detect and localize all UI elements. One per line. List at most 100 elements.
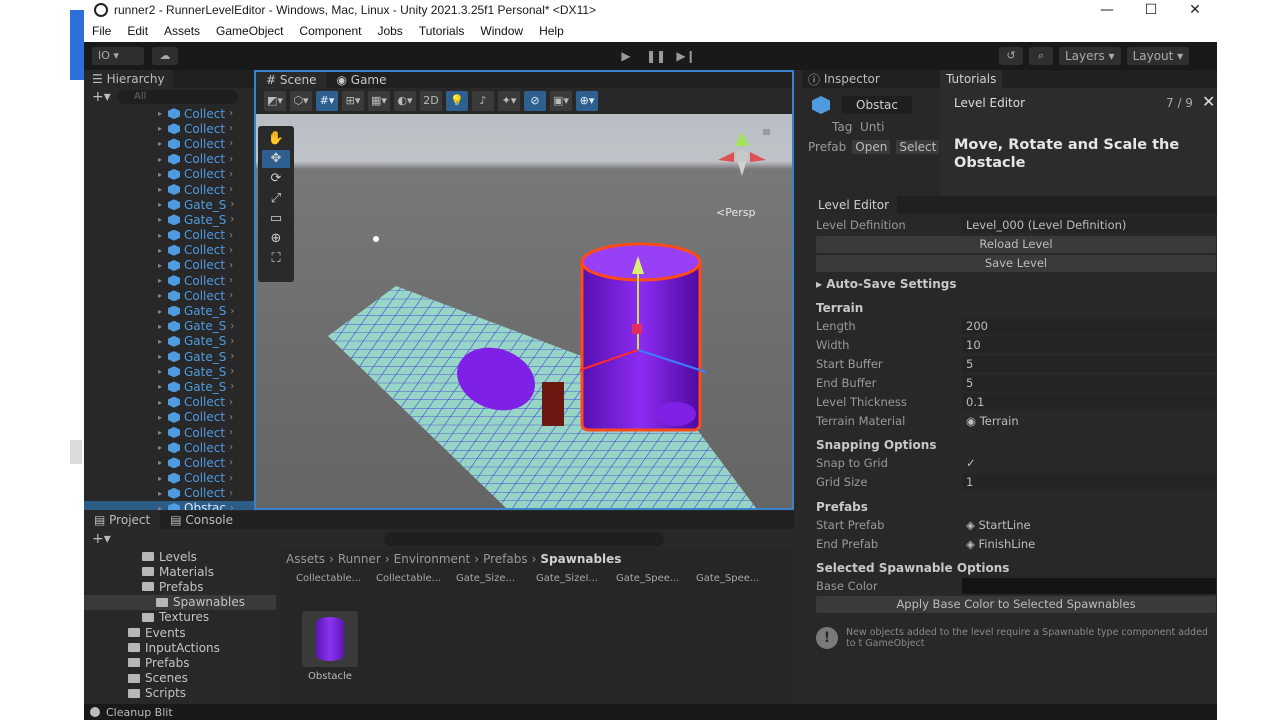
close-icon[interactable]: ✕ bbox=[1202, 92, 1215, 111]
expand-arrow-icon[interactable]: ▸ bbox=[158, 322, 168, 331]
folder-item[interactable]: Materials bbox=[84, 564, 276, 579]
menu-file[interactable]: File bbox=[84, 24, 119, 38]
chevron-right-icon[interactable]: › bbox=[230, 306, 234, 317]
start-prefab-field[interactable]: ◈ StartLine bbox=[962, 517, 1216, 533]
chevron-right-icon[interactable]: › bbox=[230, 366, 234, 377]
render-mode-icon[interactable]: ◐▾ bbox=[394, 91, 416, 111]
snap-to-grid-checkbox[interactable]: ✓ bbox=[962, 455, 1216, 471]
chevron-right-icon[interactable]: › bbox=[229, 108, 233, 119]
hand-tool-icon[interactable]: ✋ bbox=[262, 130, 290, 148]
reload-level-button[interactable]: Reload Level bbox=[816, 236, 1216, 253]
menu-edit[interactable]: Edit bbox=[119, 24, 156, 38]
tab-scene[interactable]: # Scene bbox=[256, 72, 327, 88]
cloud-icon[interactable]: ☁ bbox=[152, 47, 178, 65]
chevron-right-icon[interactable]: › bbox=[230, 351, 234, 362]
rotate-tool-icon[interactable]: ⟳ bbox=[262, 170, 290, 188]
asset-item[interactable]: Gate_Spee... bbox=[616, 573, 696, 584]
minimize-button[interactable]: — bbox=[1085, 2, 1129, 18]
breadcrumb-item[interactable]: Assets bbox=[286, 552, 325, 566]
expand-arrow-icon[interactable]: ▸ bbox=[158, 367, 168, 376]
camera-icon[interactable]: ▣▾ bbox=[550, 91, 572, 111]
expand-arrow-icon[interactable]: ▸ bbox=[158, 413, 168, 422]
tab-console[interactable]: ▤ Console bbox=[160, 511, 243, 529]
asset-obstacle[interactable] bbox=[302, 611, 358, 667]
chevron-right-icon[interactable]: › bbox=[229, 427, 233, 438]
tab-hierarchy[interactable]: ☰ Hierarchy bbox=[84, 70, 173, 88]
length-field[interactable]: 200 bbox=[962, 318, 1216, 334]
layers-dropdown[interactable]: Layers ▾ bbox=[1059, 47, 1121, 65]
expand-arrow-icon[interactable]: ▸ bbox=[158, 504, 168, 510]
grid-icon[interactable]: ▦▾ bbox=[368, 91, 390, 111]
folder-item[interactable]: Prefabs bbox=[84, 579, 276, 594]
breadcrumb-item[interactable]: Prefabs bbox=[483, 552, 528, 566]
draw-mode-icon[interactable]: ◩▾ bbox=[264, 91, 286, 111]
apply-base-color-button[interactable]: Apply Base Color to Selected Spawnables bbox=[816, 596, 1216, 613]
expand-arrow-icon[interactable]: ▸ bbox=[158, 139, 168, 148]
shaded-icon[interactable]: ⬡▾ bbox=[290, 91, 312, 111]
chevron-right-icon[interactable]: › bbox=[229, 457, 233, 468]
tab-project[interactable]: ▤ Project bbox=[84, 511, 161, 529]
folder-item[interactable]: InputActions bbox=[84, 640, 276, 655]
expand-arrow-icon[interactable]: ▸ bbox=[158, 124, 168, 133]
chevron-right-icon[interactable]: › bbox=[229, 275, 233, 286]
expand-arrow-icon[interactable]: ▸ bbox=[158, 489, 168, 498]
lighting-icon[interactable]: 💡 bbox=[446, 91, 468, 111]
expand-arrow-icon[interactable]: ▸ bbox=[158, 352, 168, 361]
grid-snap-icon[interactable]: #▾ bbox=[316, 91, 338, 111]
breadcrumb-item[interactable]: Spawnables bbox=[540, 552, 621, 566]
toggle-2d-button[interactable]: 2D bbox=[420, 91, 442, 111]
terrain-material-field[interactable]: ◉ Terrain bbox=[962, 413, 1216, 429]
custom-tool-icon[interactable]: ⛶ bbox=[262, 250, 290, 268]
chevron-right-icon[interactable]: › bbox=[229, 169, 233, 180]
chevron-right-icon[interactable]: › bbox=[229, 397, 233, 408]
chevron-right-icon[interactable]: › bbox=[230, 381, 234, 392]
save-level-button[interactable]: Save Level bbox=[816, 255, 1216, 272]
folder-item[interactable]: Events bbox=[84, 625, 276, 640]
close-button[interactable]: ✕ bbox=[1173, 2, 1217, 18]
tab-tutorials[interactable]: Tutorials bbox=[940, 70, 1003, 88]
asset-item[interactable]: Collectable... bbox=[376, 573, 456, 584]
expand-arrow-icon[interactable]: ▸ bbox=[158, 337, 168, 346]
folder-item[interactable]: Spawnables bbox=[84, 594, 276, 610]
expand-arrow-icon[interactable]: ▸ bbox=[158, 200, 168, 209]
object-name-field[interactable]: Obstac bbox=[842, 96, 912, 114]
maximize-button[interactable]: ☐ bbox=[1129, 2, 1173, 18]
breadcrumb-item[interactable]: Runner bbox=[338, 552, 381, 566]
end-prefab-field[interactable]: ◈ FinishLine bbox=[962, 536, 1216, 552]
width-field[interactable]: 10 bbox=[962, 337, 1216, 353]
history-icon[interactable]: ↺ bbox=[999, 47, 1023, 65]
expand-arrow-icon[interactable]: ▸ bbox=[158, 307, 168, 316]
tab-level-editor[interactable]: Level Editor bbox=[810, 196, 898, 214]
account-dropdown[interactable]: IO ▾ bbox=[92, 47, 144, 65]
folder-item[interactable]: Textures bbox=[84, 610, 276, 625]
asset-item[interactable]: Collectable... bbox=[296, 573, 376, 584]
asset-item[interactable]: Gate_Size... bbox=[456, 573, 536, 584]
effects-icon[interactable]: ✦▾ bbox=[498, 91, 520, 111]
pause-icon[interactable]: ❚❚ bbox=[644, 46, 668, 66]
breadcrumb-item[interactable]: Environment bbox=[394, 552, 471, 566]
menu-jobs[interactable]: Jobs bbox=[369, 24, 410, 38]
tag-dropdown[interactable]: Unti bbox=[860, 120, 884, 134]
expand-arrow-icon[interactable]: ▸ bbox=[158, 231, 168, 240]
search-icon[interactable]: ⌕ bbox=[1029, 47, 1053, 65]
expand-arrow-icon[interactable]: ▸ bbox=[158, 276, 168, 285]
chevron-right-icon[interactable]: › bbox=[229, 442, 233, 453]
prefab-select-button[interactable]: Select bbox=[896, 140, 940, 154]
chevron-right-icon[interactable]: › bbox=[229, 488, 233, 499]
chevron-right-icon[interactable]: › bbox=[229, 138, 233, 149]
level-definition-field[interactable]: Level_000 (Level Definition) bbox=[962, 217, 1216, 233]
chevron-right-icon[interactable]: › bbox=[230, 214, 234, 225]
asset-item[interactable]: Gate_Spee... bbox=[696, 573, 776, 584]
chevron-right-icon[interactable]: › bbox=[229, 260, 233, 271]
menu-tutorials[interactable]: Tutorials bbox=[411, 24, 473, 38]
gizmos-icon[interactable]: ⊕▾ bbox=[576, 91, 598, 111]
menu-component[interactable]: Component bbox=[291, 24, 369, 38]
expand-arrow-icon[interactable]: ▸ bbox=[158, 291, 168, 300]
project-search-input[interactable] bbox=[384, 532, 664, 546]
chevron-right-icon[interactable]: › bbox=[229, 290, 233, 301]
expand-arrow-icon[interactable]: ▸ bbox=[158, 474, 168, 483]
chevron-right-icon[interactable]: › bbox=[230, 321, 234, 332]
chevron-right-icon[interactable]: › bbox=[229, 154, 233, 165]
expand-arrow-icon[interactable]: ▸ bbox=[158, 261, 168, 270]
transform-tool-icon[interactable]: ⊕ bbox=[262, 230, 290, 248]
